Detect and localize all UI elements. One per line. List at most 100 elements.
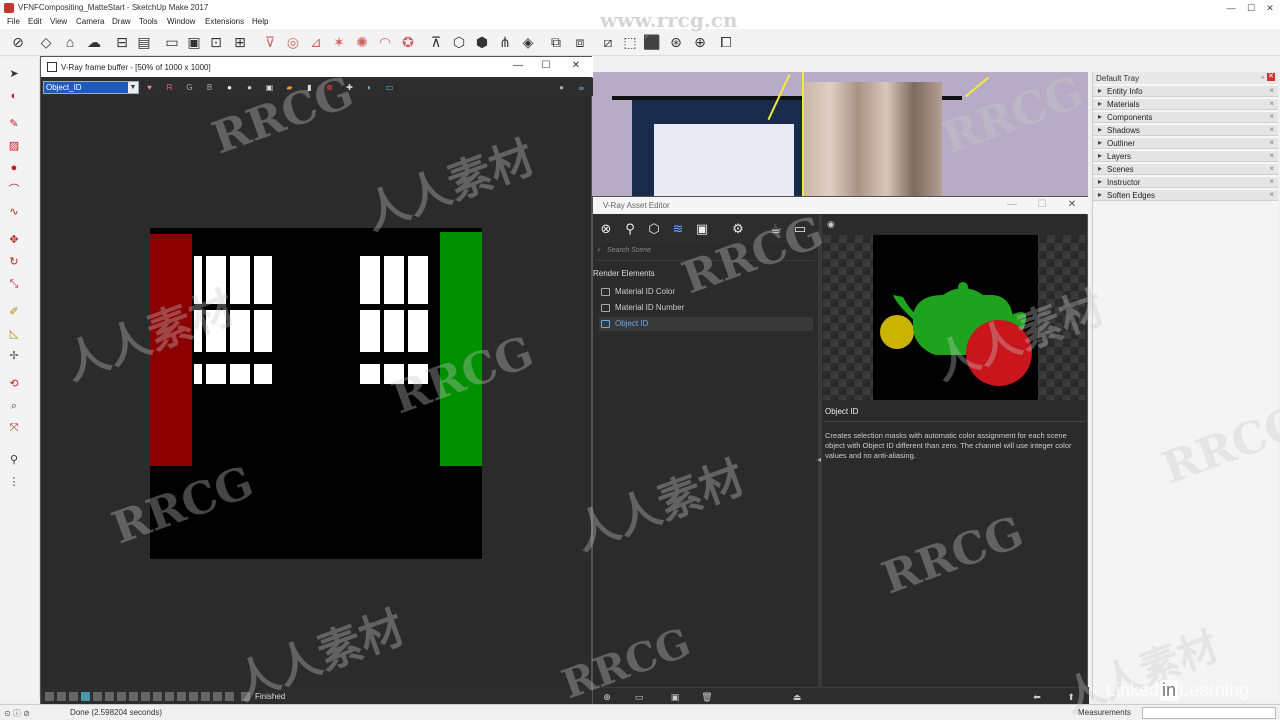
cloud-icon[interactable]: ☁ <box>84 32 104 52</box>
add-element-icon[interactable]: ⊕ <box>601 691 613 703</box>
chevron-down-icon[interactable]: ▼ <box>128 82 138 93</box>
ocio-icon[interactable] <box>117 692 126 701</box>
lens-icon[interactable] <box>57 692 66 701</box>
menu-camera[interactable]: Camera <box>76 17 104 26</box>
geometry-tab-icon[interactable]: ⬡ <box>645 220 663 238</box>
asset-editor-close-button[interactable]: ✕ <box>1065 199 1079 213</box>
close-icon[interactable]: × <box>1269 151 1274 160</box>
preview-toggle-icon[interactable]: ◉ <box>827 219 835 230</box>
close-icon[interactable]: × <box>1269 164 1274 173</box>
menu-help[interactable]: Help <box>252 17 268 26</box>
pixel-info-icon[interactable] <box>129 692 138 701</box>
maximize-button[interactable]: ☐ <box>1244 1 1258 15</box>
close-icon[interactable]: × <box>1269 177 1274 186</box>
tray-item-scenes[interactable]: Scenes × <box>1093 163 1278 175</box>
warehouse-icon[interactable]: ⌂ <box>60 32 80 52</box>
geo-location-icon[interactable]: ⊙ ⓘ ⊘ <box>4 708 30 719</box>
render-elements-tab-icon[interactable]: ≋ <box>669 220 687 238</box>
interactive-icon[interactable]: ● <box>555 81 568 94</box>
channel-select[interactable]: Object_ID ▼ <box>43 81 139 94</box>
vray-interactive-icon[interactable]: ◎ <box>283 32 303 52</box>
view-top-icon[interactable]: ▣ <box>184 32 204 52</box>
menu-view[interactable]: View <box>50 17 67 26</box>
settings-icon[interactable] <box>189 692 198 701</box>
pane-divider[interactable] <box>819 215 822 687</box>
color-channels-icon[interactable]: ♥ <box>143 81 156 94</box>
vray-dome-icon[interactable]: ◠ <box>375 32 395 52</box>
close-icon[interactable]: × <box>1269 86 1274 95</box>
vray-settings-icon[interactable]: ⊕ <box>690 32 710 52</box>
history-icon[interactable] <box>45 692 54 701</box>
list-item-material-id-number[interactable]: Material ID Number <box>599 301 813 315</box>
select-tool-icon[interactable]: ➤ <box>6 66 22 82</box>
view-iso-icon[interactable]: ▭ <box>162 32 182 52</box>
materials-tab-icon[interactable]: ⊗ <box>597 220 615 238</box>
menu-file[interactable]: File <box>7 17 20 26</box>
vfb-close-button[interactable]: ✕ <box>569 60 583 74</box>
axes-tool-icon[interactable]: ✢ <box>6 348 22 364</box>
tray-item-soften-edges[interactable]: Soften Edges × <box>1093 189 1278 201</box>
pencil-tool-icon[interactable]: ✎ <box>6 116 22 132</box>
position-camera-icon[interactable]: ⚲ <box>6 452 22 468</box>
walk-tool-icon[interactable]: ⋮ <box>6 474 22 490</box>
lock-icon[interactable]: ⊞ <box>230 32 250 52</box>
zoom-icon[interactable] <box>153 692 162 701</box>
vfb-minimize-button[interactable]: — <box>511 60 525 74</box>
scale-tool-icon[interactable]: ⤡ <box>6 276 22 292</box>
color-icon[interactable] <box>213 692 222 701</box>
paint-bucket-icon[interactable]: ◇ <box>36 32 56 52</box>
close-icon[interactable]: × <box>1269 99 1274 108</box>
protractor-tool-icon[interactable]: ◺ <box>6 326 22 342</box>
circle-tool-icon[interactable]: ● <box>6 160 22 176</box>
tray-item-shadows[interactable]: Shadows × <box>1093 124 1278 136</box>
paint-tool-icon[interactable]: ◐ <box>6 88 22 104</box>
select-icon[interactable]: ⊘ <box>8 32 28 52</box>
vray-omni-icon[interactable]: ✶ <box>329 32 349 52</box>
tray-item-entity-info[interactable]: Entity Info × <box>1093 85 1278 97</box>
zoom-tool-icon[interactable]: ⌕ <box>6 398 22 414</box>
menu-tools[interactable]: Tools <box>139 17 158 26</box>
clear-image-icon[interactable]: ▮ <box>303 81 316 94</box>
open-file-icon[interactable]: ▭ <box>633 691 645 703</box>
vray-extra-icon[interactable]: ⧠ <box>716 32 736 52</box>
close-icon[interactable]: × <box>1269 112 1274 121</box>
vfb-maximize-button[interactable]: ☐ <box>539 60 553 74</box>
tray-close-icon[interactable]: ✕ <box>1267 73 1275 81</box>
collapse-panel-icon[interactable]: ◂ <box>817 455 821 464</box>
alpha-mode-icon[interactable]: ● <box>243 81 256 94</box>
log-icon[interactable] <box>241 692 250 701</box>
vray-clipper-icon[interactable]: ◈ <box>518 32 538 52</box>
lights-tab-icon[interactable]: ⚲ <box>621 220 639 238</box>
srgb-icon[interactable] <box>105 692 114 701</box>
asset-editor-minimize-button[interactable]: — <box>1005 199 1019 213</box>
curve-icon[interactable] <box>81 692 90 701</box>
show-corrections-icon[interactable]: ▭ <box>383 81 396 94</box>
green-channel-button[interactable]: G <box>183 81 196 94</box>
vray-dims-icon[interactable]: ⧄ <box>598 32 618 52</box>
save-file-icon[interactable]: ▣ <box>669 691 681 703</box>
exposure-icon[interactable] <box>93 692 102 701</box>
asset-editor-maximize-button[interactable]: ☐ <box>1035 199 1049 213</box>
tray-item-materials[interactable]: Materials × <box>1093 98 1278 110</box>
render-last-icon[interactable]: ◐ <box>363 81 376 94</box>
section-plane-icon[interactable]: ⊟ <box>112 32 132 52</box>
render-teapot-icon[interactable]: ☕ <box>575 81 588 94</box>
render-image[interactable] <box>150 228 482 559</box>
stop-render-icon[interactable]: ⊗ <box>323 81 336 94</box>
list-item-object-id[interactable]: Object ID <box>599 317 813 331</box>
menu-edit[interactable]: Edit <box>28 17 42 26</box>
red-channel-button[interactable]: R <box>163 81 176 94</box>
settings-tab-icon[interactable]: ⚙ <box>729 220 747 238</box>
vray-proxy-icon[interactable]: ⬡ <box>449 32 469 52</box>
tray-item-outliner[interactable]: Outliner × <box>1093 137 1278 149</box>
blue-channel-button[interactable]: B <box>203 81 216 94</box>
save-image-icon[interactable]: ▣ <box>263 81 276 94</box>
vray-light-gen-icon[interactable]: ✪ <box>398 32 418 52</box>
mono-mode-icon[interactable]: ● <box>223 81 236 94</box>
up-arrow-icon[interactable]: ⬆ <box>1065 691 1077 703</box>
vray-sun-icon[interactable]: ✺ <box>352 32 372 52</box>
tape-tool-icon[interactable]: ✐ <box>6 304 22 320</box>
vray-compare-icon[interactable]: ⧉ <box>546 32 566 52</box>
vray-fur-icon[interactable]: ⋔ <box>495 32 515 52</box>
menu-extensions[interactable]: Extensions <box>205 17 244 26</box>
